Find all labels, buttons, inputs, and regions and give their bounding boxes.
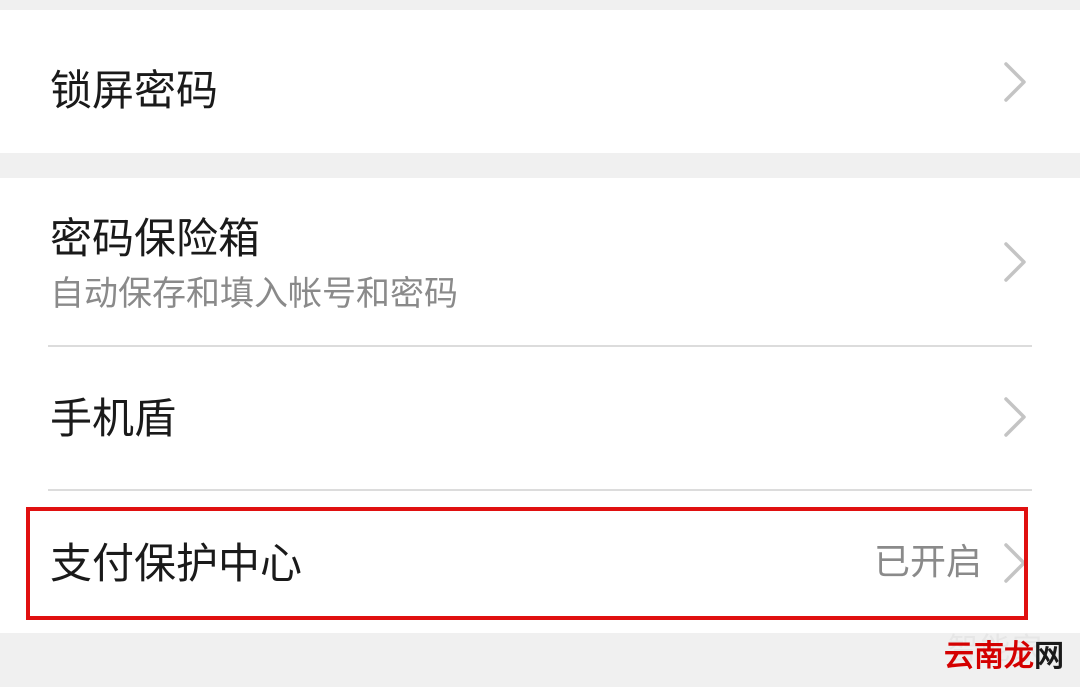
settings-item-title: 锁屏密码	[50, 66, 219, 115]
settings-item-password-vault[interactable]: 密码保险箱 自动保存和填入帐号和密码	[0, 178, 1080, 346]
status-label: 已开启	[873, 542, 982, 583]
settings-item-phone-shield[interactable]: 手机盾	[0, 347, 1080, 489]
watermark-text-last: 网	[1034, 639, 1064, 674]
settings-item-subtitle: 自动保存和填入帐号和密码	[50, 274, 458, 314]
settings-card-lock-screen: 锁屏密码	[0, 10, 1080, 153]
settings-item-title: 密码保险箱	[50, 214, 261, 263]
watermark-text: 云南龙	[944, 639, 1034, 674]
settings-item-title: 手机盾	[50, 394, 177, 443]
watermark: 云南龙网	[944, 642, 1064, 672]
chevron-right-icon	[1000, 541, 1030, 585]
chevron-right-icon	[1000, 60, 1030, 104]
settings-item-lock-screen-password[interactable]: 锁屏密码	[0, 10, 1080, 153]
chevron-right-icon	[1000, 395, 1030, 439]
settings-item-title: 支付保护中心	[50, 539, 303, 588]
settings-card-security: 密码保险箱 自动保存和填入帐号和密码 手机盾 支付保护中心 已开启	[0, 178, 1080, 633]
chevron-right-icon	[1000, 240, 1030, 284]
settings-item-payment-protection-center[interactable]: 支付保护中心 已开启	[0, 491, 1080, 633]
